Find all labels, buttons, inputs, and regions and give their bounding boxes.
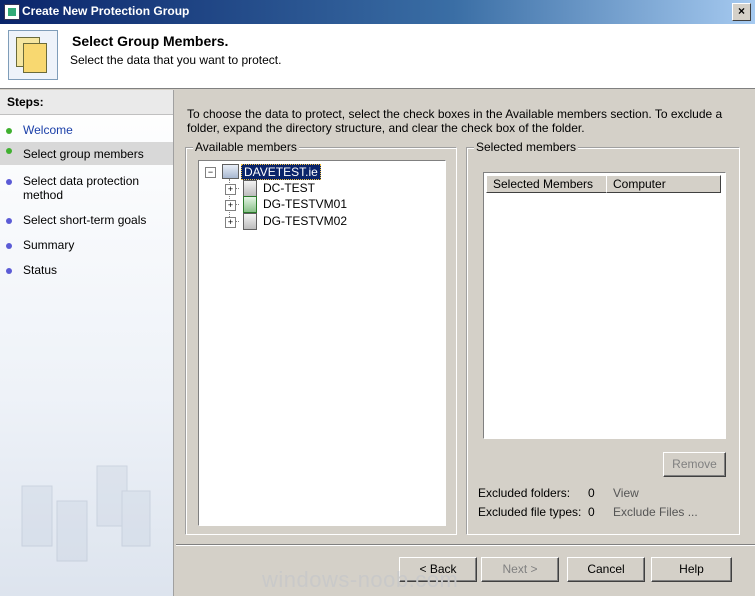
app-icon (4, 4, 20, 20)
step-pending-icon (6, 218, 12, 224)
excluded-file-types-count: 0 (588, 505, 595, 519)
excluded-folders-label: Excluded folders: (478, 486, 571, 500)
step-pending-icon (6, 179, 12, 185)
title-bar: Create New Protection Group × (0, 0, 755, 24)
step-pending-icon (6, 243, 12, 249)
tree-node-domain[interactable]: − DAVETEST.ie (205, 164, 405, 180)
close-button[interactable]: × (732, 3, 751, 21)
excluded-folders-count: 0 (588, 486, 595, 500)
step-status[interactable]: Status (0, 263, 173, 281)
servers-illustration (21, 465, 151, 562)
tree-node-server[interactable]: + DC-TEST (225, 180, 425, 197)
expand-icon[interactable]: + (225, 217, 236, 228)
steps-sidebar: Steps: Welcome Select group members Sele… (0, 90, 174, 596)
available-members-label: Available members (193, 140, 299, 154)
step-label: Summary (23, 238, 75, 252)
tree-node-label[interactable]: DG-TESTVM02 (263, 214, 347, 228)
step-complete-icon (6, 148, 12, 154)
wizard-header: Select Group Members. Select the data th… (0, 24, 755, 89)
list-header: Selected Members Computer (486, 175, 721, 193)
step-pending-icon (6, 268, 12, 274)
column-computer[interactable]: Computer (606, 175, 721, 193)
step-select-short-term-goals[interactable]: Select short-term goals (0, 213, 173, 231)
collapse-icon[interactable]: − (205, 167, 216, 178)
selected-members-label: Selected members (474, 140, 579, 154)
step-label: Welcome (23, 123, 73, 137)
page-subtitle: Select the data that you want to protect… (70, 53, 282, 67)
steps-heading: Steps: (0, 90, 173, 115)
footer-separator (176, 544, 755, 546)
remove-button[interactable]: Remove (663, 452, 726, 477)
step-label: Select data protection method (23, 174, 140, 202)
domain-icon (222, 164, 239, 179)
expand-icon[interactable]: + (225, 184, 236, 195)
tree-node-label[interactable]: DC-TEST (263, 181, 315, 195)
step-label: Select short-term goals (23, 213, 147, 227)
instructions-text: To choose the data to protect, select th… (187, 107, 723, 135)
watermark-text: windows-noob.com (262, 567, 459, 592)
expand-icon[interactable]: + (225, 200, 236, 211)
column-selected-members[interactable]: Selected Members (486, 175, 607, 193)
step-summary[interactable]: Summary (0, 238, 173, 256)
step-complete-icon (6, 128, 12, 134)
selected-members-list[interactable]: Selected Members Computer (483, 172, 726, 439)
cancel-button[interactable]: Cancel (567, 557, 645, 582)
server-refresh-icon (243, 196, 257, 213)
step-welcome[interactable]: Welcome (0, 123, 173, 143)
step-label: Status (23, 263, 58, 277)
server-icon (243, 213, 257, 230)
server-icon (243, 180, 257, 197)
steps-heading-label: Steps: (7, 95, 44, 109)
step-label: Select group members (23, 147, 144, 161)
protection-group-icon (8, 30, 58, 80)
tree-node-label[interactable]: DAVETEST.ie (241, 164, 321, 180)
excluded-file-types-label: Excluded file types: (478, 505, 582, 519)
window-title: Create New Protection Group (22, 4, 190, 18)
step-select-group-members[interactable]: Select group members (0, 142, 173, 165)
exclude-files-link[interactable]: Exclude Files ... (613, 505, 698, 519)
step-select-data-protection-method[interactable]: Select data protection method (0, 174, 173, 204)
page-shape (23, 43, 47, 73)
help-button[interactable]: Help (651, 557, 732, 582)
tree-node-label[interactable]: DG-TESTVM01 (263, 197, 347, 211)
members-tree[interactable]: − DAVETEST.ie + DC-TEST + DG-TESTVM01 + … (198, 160, 446, 526)
tree-node-server[interactable]: + DG-TESTVM02 (225, 213, 425, 230)
page-title: Select Group Members. (72, 33, 229, 49)
next-button[interactable]: Next > (481, 557, 559, 582)
tree-node-server[interactable]: + DG-TESTVM01 (225, 196, 425, 213)
view-link[interactable]: View (613, 486, 639, 500)
